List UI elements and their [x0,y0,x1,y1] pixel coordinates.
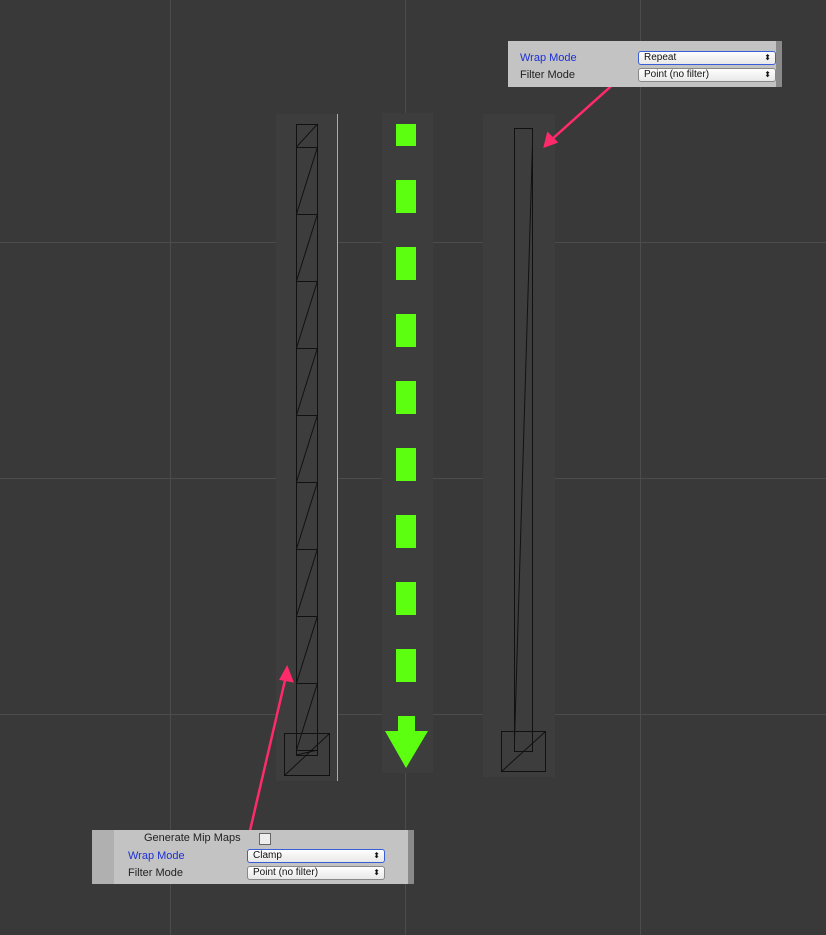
generate-mipmaps-checkbox[interactable] [259,833,271,845]
wrap-mode-select[interactable]: Clamp ⬍ [247,849,385,863]
filter-mode-value: Point (no filter) [644,69,710,80]
scene-view [0,0,826,935]
green-arrow-strip[interactable] [382,113,433,773]
green-segment [396,649,416,682]
filter-mode-select[interactable]: Point (no filter) ⬍ [638,68,776,82]
filter-mode-value: Point (no filter) [253,867,319,878]
wrap-mode-select[interactable]: Repeat ⬍ [638,51,776,65]
texture-settings-panel-repeat: Wrap Mode Repeat ⬍ Filter Mode Point (no … [508,41,782,87]
green-segment [396,314,416,347]
green-segment [396,515,416,548]
green-segment [396,448,416,481]
updown-icon: ⬍ [764,70,771,79]
filter-mode-label: Filter Mode [520,69,576,81]
wrap-mode-value: Clamp [253,850,282,861]
generate-mipmaps-label: Generate Mip Maps [144,832,241,844]
green-segment [396,247,416,280]
wrap-mode-label: Wrap Mode [520,52,577,64]
wrap-mode-value: Repeat [644,52,677,63]
updown-icon: ⬍ [764,53,771,62]
filter-mode-label: Filter Mode [128,867,184,879]
green-segment [396,124,416,146]
texture-settings-panel-clamp: Generate Mip Maps Wrap Mode Clamp ⬍ Filte… [92,830,414,884]
green-segment [396,582,416,615]
wrap-mode-label: Wrap Mode [128,850,185,862]
repeat-strip[interactable] [483,114,555,777]
green-segment [396,180,416,213]
updown-icon: ⬍ [373,868,380,877]
updown-icon: ⬍ [373,851,380,860]
filter-mode-select[interactable]: Point (no filter) ⬍ [247,866,385,880]
green-segment [396,381,416,414]
